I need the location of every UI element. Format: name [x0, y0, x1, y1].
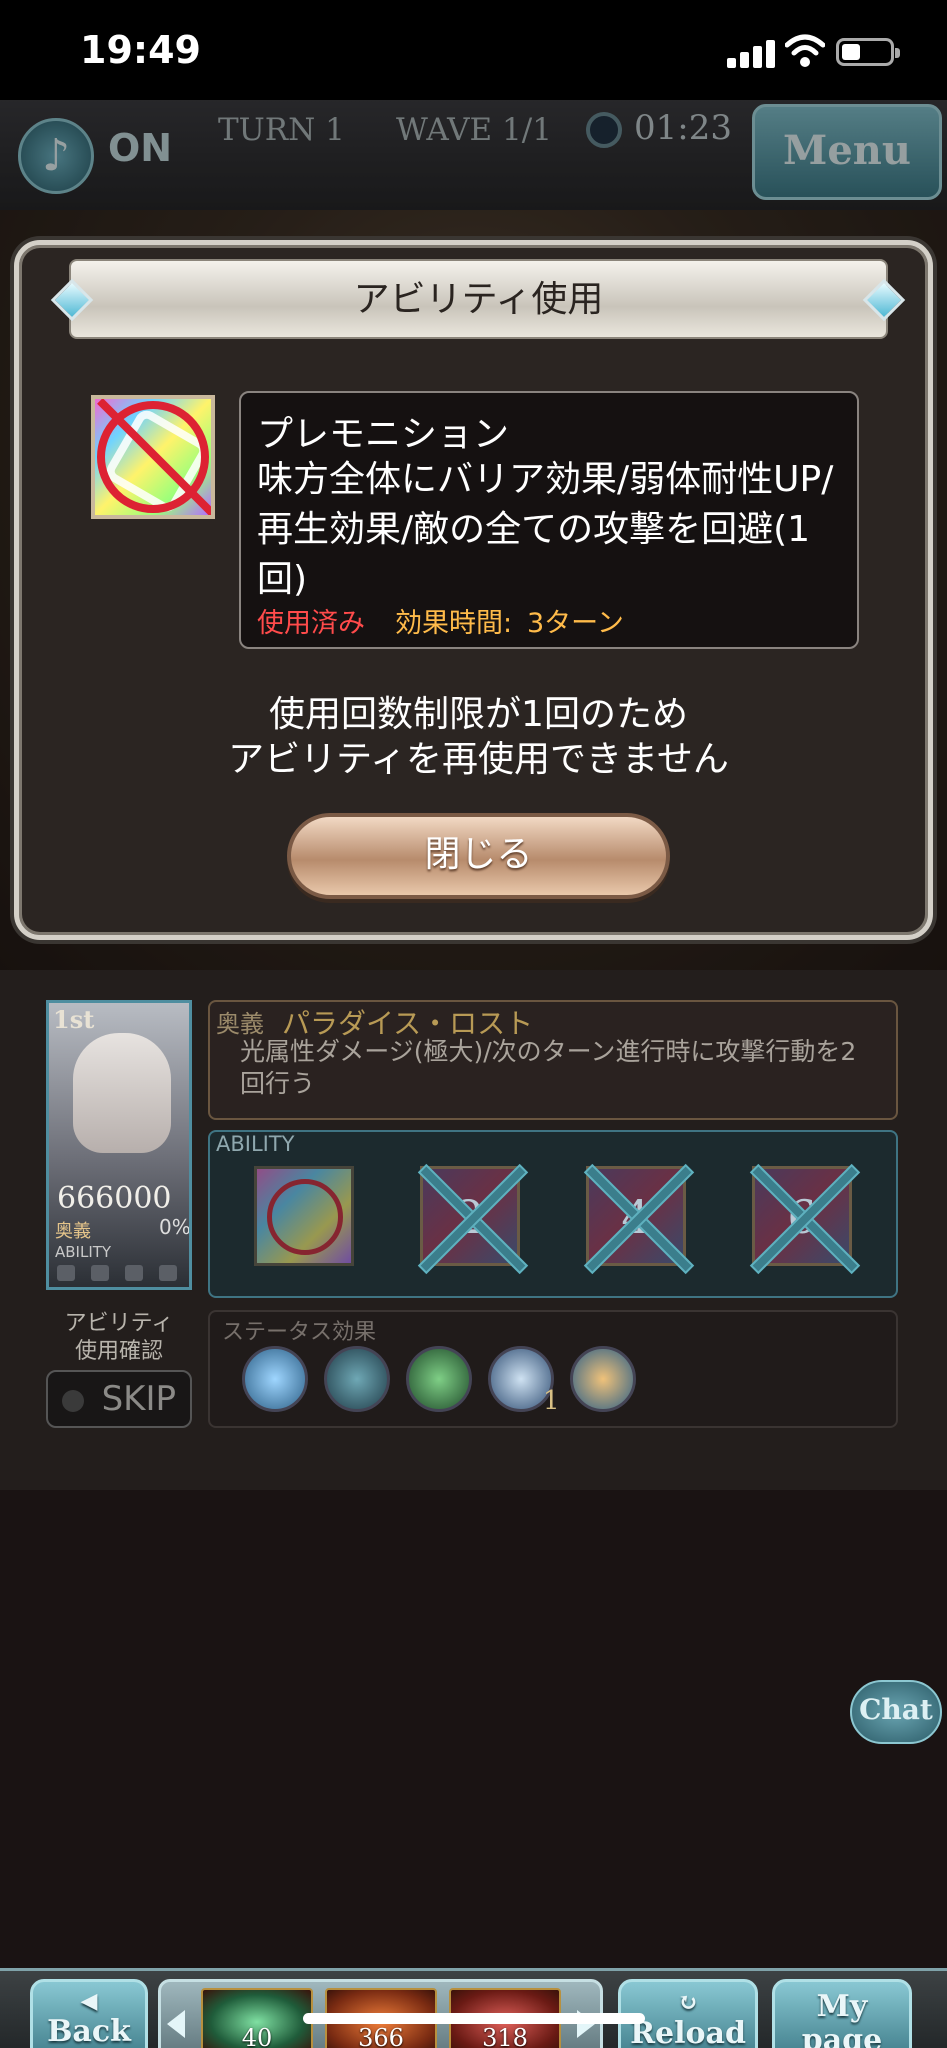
character-ability-label: ABILITY [55, 1243, 112, 1261]
dialog-title: アビリティ使用 [353, 279, 604, 320]
character-hp: 666000 [57, 1181, 172, 1216]
book-icon[interactable] [324, 1346, 390, 1412]
avatar [73, 1033, 171, 1153]
ability-confirm-label: アビリティ 使用確認 [64, 1311, 174, 1364]
ability-name: プレモニション [257, 414, 510, 455]
status-effects-box: ステータス効果 1 [208, 1310, 898, 1428]
wifi-icon [784, 34, 826, 68]
ougi-description: 光属性ダメージ(極大)/次のターン進行時に攻撃行動を2回行う [240, 1037, 857, 1098]
cellular-signal-icon [727, 38, 777, 68]
game-screen: ♪ ON TURN 1 WAVE 1/1 01:23 Menu アビリティ使用 [0, 100, 947, 2048]
ability-slot-2[interactable]: 2 [417, 1163, 529, 1275]
chat-button[interactable]: Chat [850, 1680, 942, 1744]
green-potion-icon[interactable]: 40 [201, 1988, 313, 2048]
barrier-icon[interactable] [242, 1346, 308, 1412]
ougi-info-box: 奥義 パラダイス・ロスト 光属性ダメージ(極大)/次のターン進行時に攻撃行動を2… [208, 1000, 898, 1120]
ability-section-label: ABILITY [216, 1132, 295, 1156]
ability-slot-4[interactable]: 6 [749, 1163, 861, 1275]
dialog-header: アビリティ使用 [69, 259, 888, 339]
limit-message-line2: アビリティを再使用できません [228, 739, 729, 780]
home-indicator[interactable] [303, 2013, 645, 2024]
ability-description: 味方全体にバリア効果/弱体耐性UP/再生効果/敵の全ての攻撃を回避(1回) [257, 459, 834, 600]
ability-slots: ABILITY 2 4 6 [208, 1130, 898, 1298]
ougi-tag: 奥義 [216, 1010, 264, 1038]
status-bar: 19:49 [0, 0, 947, 100]
dodge-count: 1 [543, 1386, 560, 1416]
back-label: Back [47, 2014, 131, 2048]
scroll-left-icon[interactable] [167, 2010, 185, 2038]
character-panel: 1st 666000 奥義 0% ABILITY アビリティ 使用確認 SKIP… [0, 970, 947, 1490]
skip-toggle[interactable]: SKIP [46, 1370, 192, 1428]
duration-value: 3ターン [527, 608, 624, 639]
skip-label: SKIP [101, 1379, 176, 1419]
clock-time: 19:49 [80, 28, 201, 72]
character-rank: 1st [53, 1005, 95, 1034]
duration-label: 効果時間: [395, 608, 513, 639]
back-button[interactable]: ◀ Back [30, 1979, 148, 2048]
bottom-nav-bar: ◀ Back 40 366 318 ↻ Reload My page [0, 1968, 947, 2048]
debuff-resist-icon[interactable] [570, 1346, 636, 1412]
battery-icon [836, 38, 900, 66]
toggle-dot-icon [62, 1390, 84, 1412]
ability-description-box: プレモニション 味方全体にバリア効果/弱体耐性UP/再生効果/敵の全ての攻撃を回… [239, 391, 859, 649]
sparkle-icon[interactable] [406, 1346, 472, 1412]
mypage-button[interactable]: My page [772, 1979, 912, 2048]
ability-slot-3[interactable]: 4 [583, 1163, 695, 1275]
rainbow-barrier-icon [91, 395, 215, 519]
charge-bar-percent: 0% [159, 1215, 191, 1239]
app-root: 19:49 ♪ ON TURN 1 WAVE 1/1 01:23 Menu アビ… [0, 0, 947, 2048]
ability-use-dialog: アビリティ使用 プレモニション 味方全体にバリア効果/弱体耐性UP/再生効果/敵… [14, 240, 933, 940]
status-effects-label: ステータス効果 [222, 1320, 377, 1345]
ability-slot-1[interactable] [254, 1166, 354, 1266]
close-button[interactable]: 閉じる [287, 813, 670, 899]
charge-bar-label: 奥義 [55, 1221, 91, 1242]
used-status: 使用済み [257, 608, 365, 639]
mypage-label: My page [801, 1989, 883, 2048]
battle-area: ♪ ON TURN 1 WAVE 1/1 01:23 Menu アビリティ使用 [0, 100, 947, 970]
character-portrait[interactable]: 1st 666000 奥義 0% ABILITY [46, 1000, 192, 1290]
